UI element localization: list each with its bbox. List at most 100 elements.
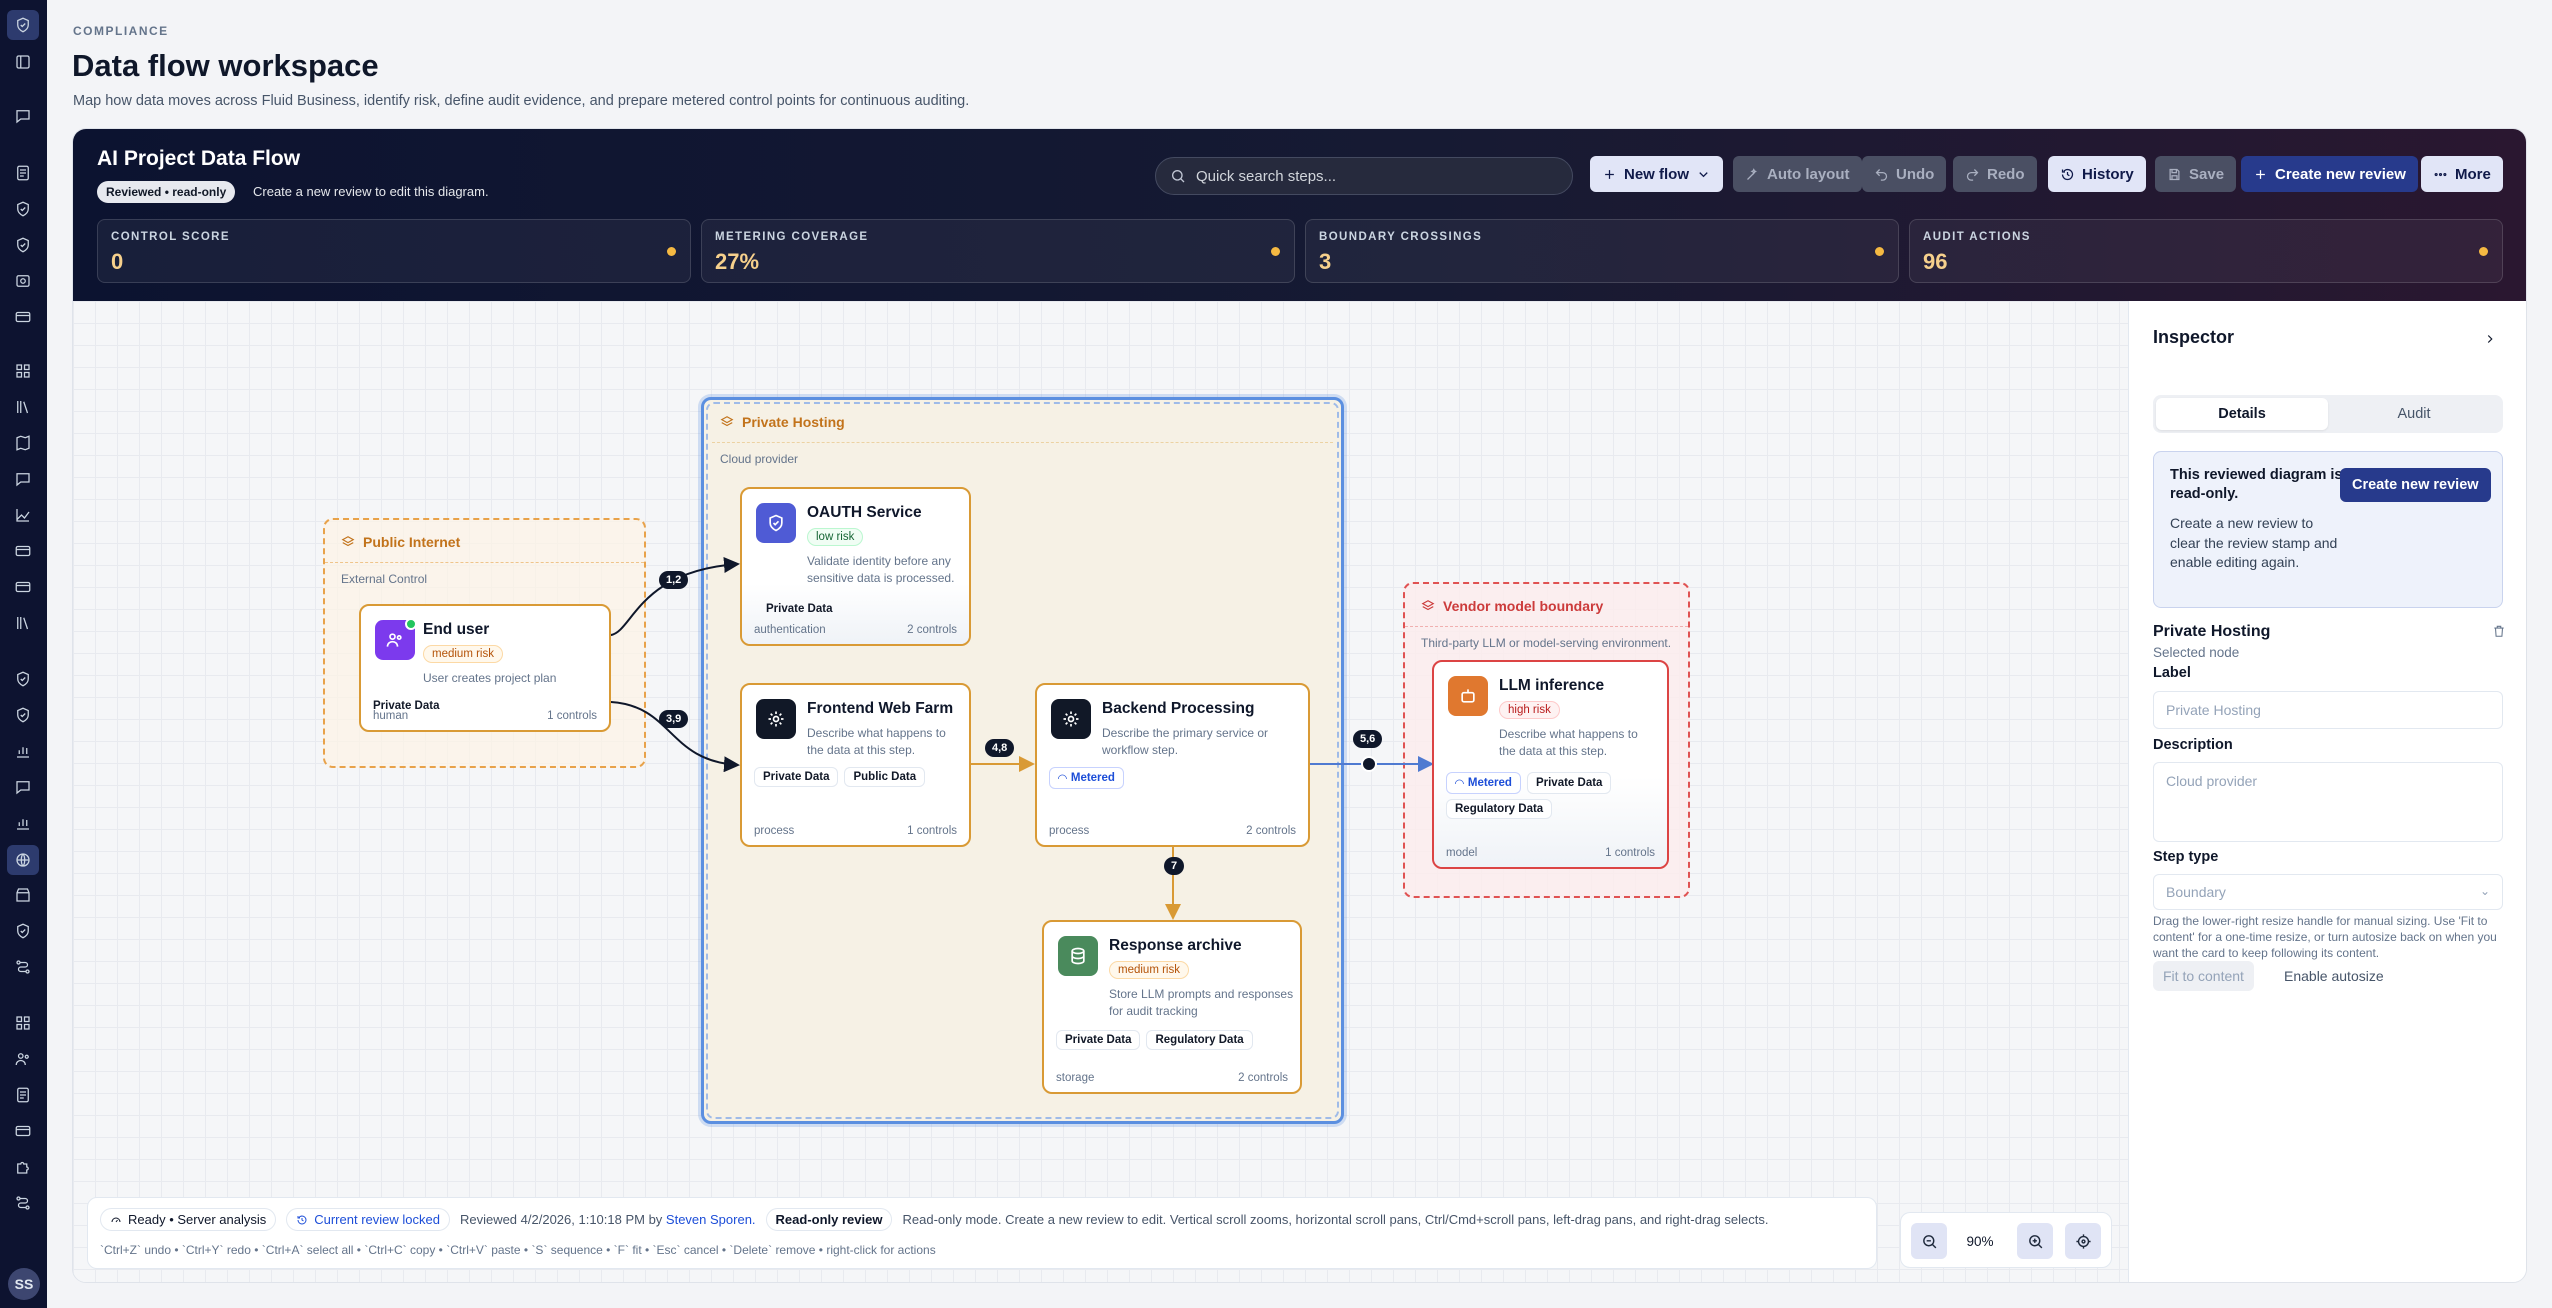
gauge-icon: ◠	[1455, 778, 1464, 790]
new-flow-button[interactable]: New flow	[1590, 156, 1724, 192]
shield-icon[interactable]	[13, 921, 33, 941]
globe-icon[interactable]	[7, 845, 39, 875]
status-dot-icon	[1875, 247, 1884, 256]
shield-icon[interactable]	[13, 199, 33, 219]
node-frontend-web-farm[interactable]: Frontend Web Farm Describe what happens …	[740, 683, 971, 847]
diagram-canvas[interactable]: Public Internet External Control Private…	[73, 301, 2128, 1282]
risk-badge: low risk	[807, 528, 864, 546]
node-backend-processing[interactable]: Backend Processing Describe the primary …	[1035, 683, 1310, 847]
card-icon[interactable]	[13, 541, 33, 561]
label-field-label: Label	[2153, 665, 2191, 681]
metric-label: CONTROL SCORE	[111, 231, 230, 243]
trend-icon[interactable]	[13, 505, 33, 525]
status-bar: Ready • Server analysis Current review l…	[87, 1197, 1877, 1269]
document-icon[interactable]	[13, 1085, 33, 1105]
step-type-select[interactable]: Boundary ⌄	[2153, 874, 2503, 910]
create-new-review-button[interactable]: Create new review	[2241, 156, 2418, 192]
node-kind: storage	[1056, 1072, 1095, 1084]
library-icon[interactable]	[13, 397, 33, 417]
edge-label[interactable]: 7	[1164, 857, 1185, 875]
node-tags: Private Data Regulatory Data	[1056, 1030, 1253, 1050]
shield-icon[interactable]	[13, 669, 33, 689]
tab-audit[interactable]: Audit	[2328, 398, 2500, 430]
reviewed-prefix: Reviewed 4/2/2026, 1:10:18 PM by	[459, 1212, 666, 1227]
review-status-note: Create a new review to edit this diagram…	[253, 184, 489, 199]
node-end-user[interactable]: End user medium risk User creates projec…	[359, 604, 611, 732]
chat-icon[interactable]	[13, 777, 33, 797]
history-button[interactable]: History	[2048, 156, 2146, 192]
chat-icon[interactable]	[13, 106, 33, 126]
shield-icon[interactable]	[13, 705, 33, 725]
tab-details[interactable]: Details	[2156, 398, 2328, 430]
flow-header: AI Project Data Flow Reviewed • read-onl…	[73, 129, 2526, 301]
node-tags: ◠ Metered	[1049, 767, 1124, 789]
gauge-icon: ◠	[1058, 773, 1067, 785]
metered-label: Metered	[1070, 772, 1115, 784]
camera-icon[interactable]	[13, 271, 33, 291]
redo-button[interactable]: Redo	[1953, 156, 2037, 192]
node-tags: Private Data Public Data	[754, 767, 926, 787]
edge-label[interactable]: 4,8	[985, 739, 1015, 757]
node-controls: 2 controls	[1246, 825, 1296, 837]
redo-icon	[1966, 168, 1979, 181]
locked-chip: Current review locked	[286, 1208, 450, 1231]
users-icon[interactable]	[13, 1049, 33, 1069]
card-icon[interactable]	[13, 1121, 33, 1141]
boundary-crossing-marker[interactable]	[1361, 756, 1377, 772]
node-description: Describe the primary service or workflow…	[1102, 726, 1269, 757]
inspector-tabs: Details Audit	[2153, 395, 2503, 433]
trash-icon[interactable]	[2492, 623, 2506, 639]
user-avatar[interactable]: SS	[8, 1268, 40, 1300]
page-eyebrow: COMPLIANCE	[73, 24, 169, 38]
history-icon	[2061, 168, 2074, 180]
library-icon[interactable]	[13, 613, 33, 633]
grid-icon[interactable]	[13, 1013, 33, 1033]
more-button[interactable]: More	[2421, 156, 2503, 192]
mode-message: Read-only mode. Create a new review to e…	[902, 1212, 1769, 1227]
node-response-archive[interactable]: Response archive medium risk Store LLM p…	[1042, 920, 1302, 1094]
edge-label[interactable]: 1,2	[659, 571, 689, 589]
undo-button[interactable]: Undo	[1862, 156, 1947, 192]
zoom-in-button[interactable]	[2017, 1223, 2053, 1259]
map-book-icon[interactable]	[13, 433, 33, 453]
enable-autosize-button[interactable]: Enable autosize	[2274, 961, 2394, 991]
save-button[interactable]: Save	[2155, 156, 2237, 192]
label-input[interactable]: Private Hosting	[2153, 691, 2503, 729]
card-icon[interactable]	[13, 577, 33, 597]
bar-chart-icon[interactable]	[13, 813, 33, 833]
fit-view-button[interactable]	[2065, 1223, 2101, 1259]
status-dot-icon	[2479, 247, 2488, 256]
metered-tag: ◠ Metered	[1446, 772, 1521, 794]
chevron-right-icon[interactable]	[2480, 329, 2500, 349]
document-icon[interactable]	[13, 163, 33, 183]
metric-label: BOUNDARY CROSSINGS	[1319, 231, 1483, 243]
card-icon[interactable]	[13, 307, 33, 327]
node-footer: process 1 controls	[754, 825, 957, 837]
fit-to-content-button[interactable]: Fit to content	[2153, 961, 2254, 991]
metric-card-boundary-crossings: BOUNDARY CROSSINGS 3	[1305, 219, 1899, 283]
route-icon[interactable]	[13, 1193, 33, 1213]
route-icon[interactable]	[13, 957, 33, 977]
metric-card-control-score: CONTROL SCORE 0	[97, 219, 691, 283]
edge-label[interactable]: 3,9	[659, 710, 689, 728]
node-controls: 2 controls	[1238, 1072, 1288, 1084]
book-icon[interactable]	[13, 52, 33, 72]
shield-check-icon[interactable]	[7, 10, 39, 40]
shield-icon[interactable]	[13, 235, 33, 255]
create-new-review-button[interactable]: Create new review	[2340, 468, 2491, 502]
edge-label[interactable]: 5,6	[1353, 730, 1383, 748]
zoom-out-button[interactable]	[1911, 1223, 1947, 1259]
quick-search-input[interactable]	[1196, 167, 1536, 185]
store-icon[interactable]	[13, 885, 33, 905]
node-oauth-service[interactable]: OAUTH Service low risk Validate identity…	[740, 487, 971, 646]
auto-layout-button[interactable]: Auto layout	[1733, 156, 1862, 192]
chat-icon[interactable]	[13, 469, 33, 489]
grid-icon[interactable]	[13, 361, 33, 381]
puzzle-icon[interactable]	[13, 1157, 33, 1177]
data-tag: Private Data	[754, 767, 839, 787]
quick-search[interactable]	[1155, 157, 1573, 195]
bar-chart-icon[interactable]	[13, 741, 33, 761]
node-llm-inference[interactable]: LLM inference high risk Describe what ha…	[1432, 660, 1669, 869]
description-textarea[interactable]: Cloud provider	[2153, 762, 2503, 842]
node-description: User creates project plan	[423, 671, 557, 685]
